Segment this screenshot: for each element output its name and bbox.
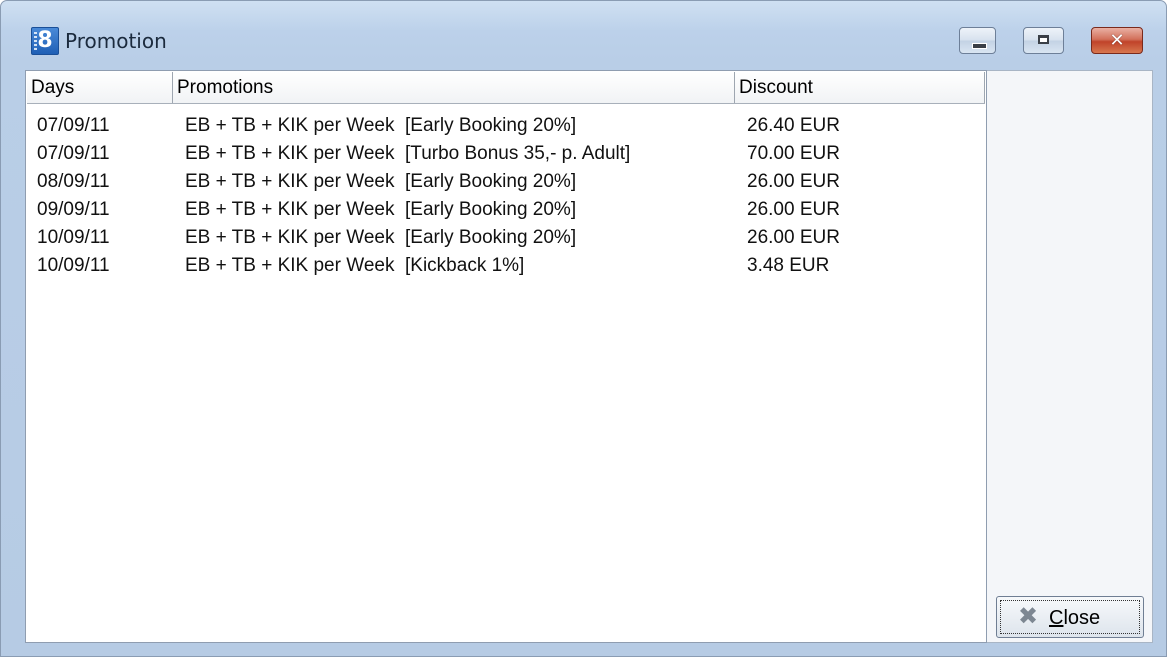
maximize-icon: [1038, 35, 1049, 44]
minimize-button[interactable]: [959, 27, 996, 54]
row-promotion: EB + TB + KIK per Week [Early Booking 20…: [185, 171, 577, 192]
window-close-button[interactable]: ✕: [1091, 27, 1143, 54]
list-item[interactable]: 07/09/11 EB + TB + KIK per Week [Early B…: [27, 112, 985, 140]
list-header: Days Promotions Discount: [27, 72, 985, 104]
window-title: Promotion: [65, 29, 167, 53]
row-day: 10/09/11: [37, 255, 110, 276]
maximize-button[interactable]: [1023, 27, 1064, 54]
title-bar[interactable]: 8 Promotion ✕: [1, 1, 1166, 63]
list-item[interactable]: 08/09/11 EB + TB + KIK per Week [Early B…: [27, 168, 985, 196]
row-day: 07/09/11: [37, 115, 110, 136]
promotion-list[interactable]: Days Promotions Discount 07/09/11 EB + T…: [25, 70, 987, 643]
minimize-icon: [972, 43, 987, 49]
list-item[interactable]: 10/09/11 EB + TB + KIK per Week [Early B…: [27, 224, 985, 252]
button-panel: [987, 70, 1153, 643]
row-discount: 3.48 EUR: [747, 255, 830, 276]
row-promotion: EB + TB + KIK per Week [Early Booking 20…: [185, 199, 577, 220]
list-rows: 07/09/11 EB + TB + KIK per Week [Early B…: [27, 112, 985, 280]
list-item[interactable]: 07/09/11 EB + TB + KIK per Week [Turbo B…: [27, 140, 985, 168]
row-discount: 26.00 EUR: [747, 227, 840, 248]
row-day: 10/09/11: [37, 227, 110, 248]
row-discount: 26.40 EUR: [747, 115, 840, 136]
close-button[interactable]: ✖ Close: [996, 596, 1144, 638]
app-icon: 8: [31, 27, 59, 55]
row-discount: 70.00 EUR: [747, 143, 840, 164]
row-promotion: EB + TB + KIK per Week [Kickback 1%]: [185, 255, 525, 276]
row-promotion: EB + TB + KIK per Week [Early Booking 20…: [185, 227, 577, 248]
row-discount: 26.00 EUR: [747, 199, 840, 220]
close-icon: ✕: [1109, 30, 1125, 51]
row-discount: 26.00 EUR: [747, 171, 840, 192]
column-header-days[interactable]: Days: [27, 72, 173, 103]
row-day: 08/09/11: [37, 171, 110, 192]
row-promotion: EB + TB + KIK per Week [Early Booking 20…: [185, 115, 577, 136]
column-header-discount[interactable]: Discount: [735, 72, 985, 103]
close-button-label: Close: [1049, 607, 1101, 629]
row-promotion: EB + TB + KIK per Week [Turbo Bonus 35,-…: [185, 143, 631, 164]
cancel-x-icon: ✖: [1017, 602, 1039, 630]
list-item[interactable]: 10/09/11 EB + TB + KIK per Week [Kickbac…: [27, 252, 985, 280]
list-item[interactable]: 09/09/11 EB + TB + KIK per Week [Early B…: [27, 196, 985, 224]
row-day: 09/09/11: [37, 199, 110, 220]
row-day: 07/09/11: [37, 143, 110, 164]
column-header-promotions[interactable]: Promotions: [173, 72, 735, 103]
promotion-window: 8 Promotion ✕ Days Promotions Discount 0…: [0, 0, 1167, 657]
